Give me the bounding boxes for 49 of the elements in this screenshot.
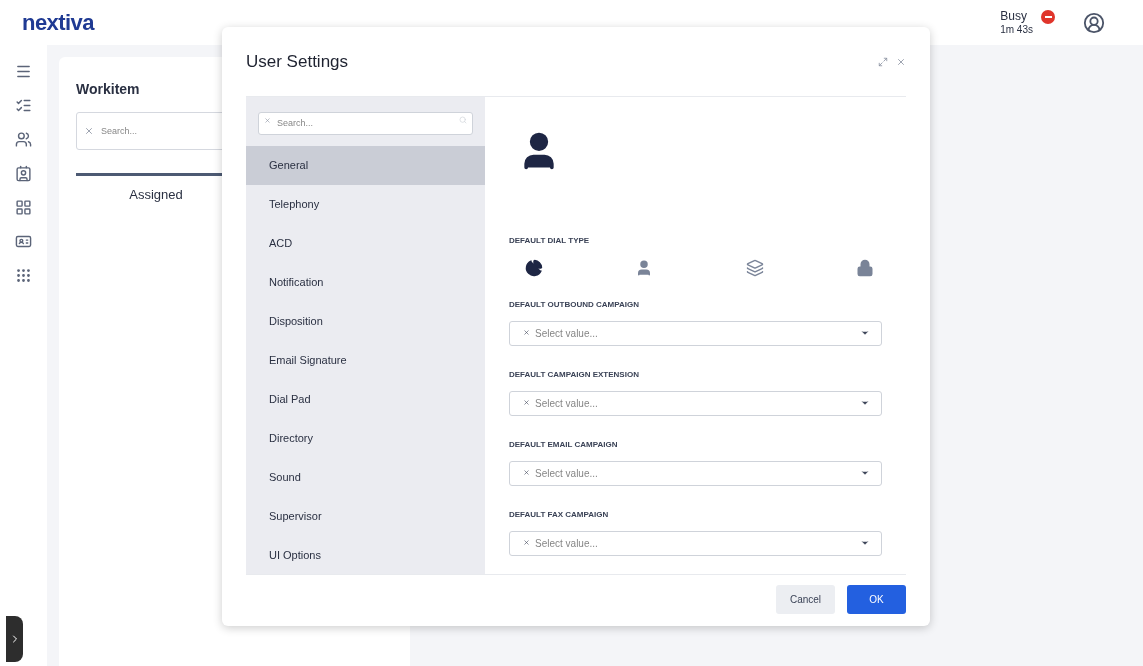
settings-nav-item[interactable]: Disposition: [246, 301, 485, 341]
id-card-icon[interactable]: [15, 233, 32, 250]
list-icon[interactable]: [15, 97, 32, 114]
field-label: DEFAULT OUTBOUND CAMPAIGN: [509, 299, 640, 311]
select-field[interactable]: Select value...: [509, 321, 882, 346]
menu-icon[interactable]: [15, 63, 32, 80]
dropdown-caret-icon[interactable]: [860, 468, 870, 478]
dialog-title: User Settings: [246, 50, 349, 73]
select-field[interactable]: Select value...: [509, 531, 882, 556]
pie-chart-icon[interactable]: [525, 259, 543, 277]
field-label: DEFAULT EMAIL CAMPAIGN: [509, 439, 619, 451]
status-timer: 1m 43s: [1000, 23, 1033, 37]
people-icon[interactable]: [15, 131, 32, 148]
clear-icon[interactable]: [523, 539, 530, 546]
settings-nav-item[interactable]: Notification: [246, 262, 485, 302]
dialpad-icon[interactable]: [15, 267, 32, 284]
dropdown-caret-icon[interactable]: [860, 538, 870, 548]
settings-search-field[interactable]: Search...: [258, 111, 473, 135]
ok-button[interactable]: OK: [847, 585, 906, 614]
settings-nav-item[interactable]: ACD: [246, 223, 485, 263]
select-field[interactable]: Select value...: [509, 391, 882, 416]
cancel-button[interactable]: Cancel: [776, 585, 835, 614]
expand-panel-button[interactable]: [6, 616, 23, 662]
settings-nav-item[interactable]: UI Options: [246, 535, 485, 575]
settings-nav-item[interactable]: Directory: [246, 418, 485, 458]
user-profile-icon[interactable]: [1083, 11, 1105, 34]
lock-icon[interactable]: [856, 259, 874, 277]
field-label: DEFAULT CAMPAIGN EXTENSION: [509, 369, 640, 381]
settings-nav-item[interactable]: Dial Pad: [246, 379, 485, 419]
clear-icon[interactable]: [523, 399, 530, 406]
field-label: DEFAULT DIAL TYPE: [509, 235, 591, 247]
field-label: DEFAULT FAX CAMPAIGN: [509, 509, 610, 521]
clear-icon[interactable]: [523, 329, 530, 336]
settings-nav-item[interactable]: Sound: [246, 457, 485, 497]
settings-nav-item[interactable]: Supervisor: [246, 496, 485, 536]
apps-icon[interactable]: [15, 199, 32, 216]
dropdown-caret-icon[interactable]: [860, 328, 870, 338]
layers-icon[interactable]: [745, 259, 764, 277]
settings-nav-item[interactable]: Email Signature: [246, 340, 485, 380]
nextiva-logo: nextiva: [22, 9, 94, 37]
settings-nav-item[interactable]: Telephony: [246, 184, 485, 224]
settings-nav-item[interactable]: General: [246, 145, 485, 185]
status-label: Busy: [1000, 8, 1028, 24]
dropdown-caret-icon[interactable]: [860, 398, 870, 408]
search-icon: [459, 116, 467, 124]
contact-book-icon[interactable]: [15, 165, 32, 182]
select-field[interactable]: Select value...: [509, 461, 882, 486]
panel-title: Workitem: [76, 80, 141, 99]
clear-icon[interactable]: [523, 469, 530, 476]
